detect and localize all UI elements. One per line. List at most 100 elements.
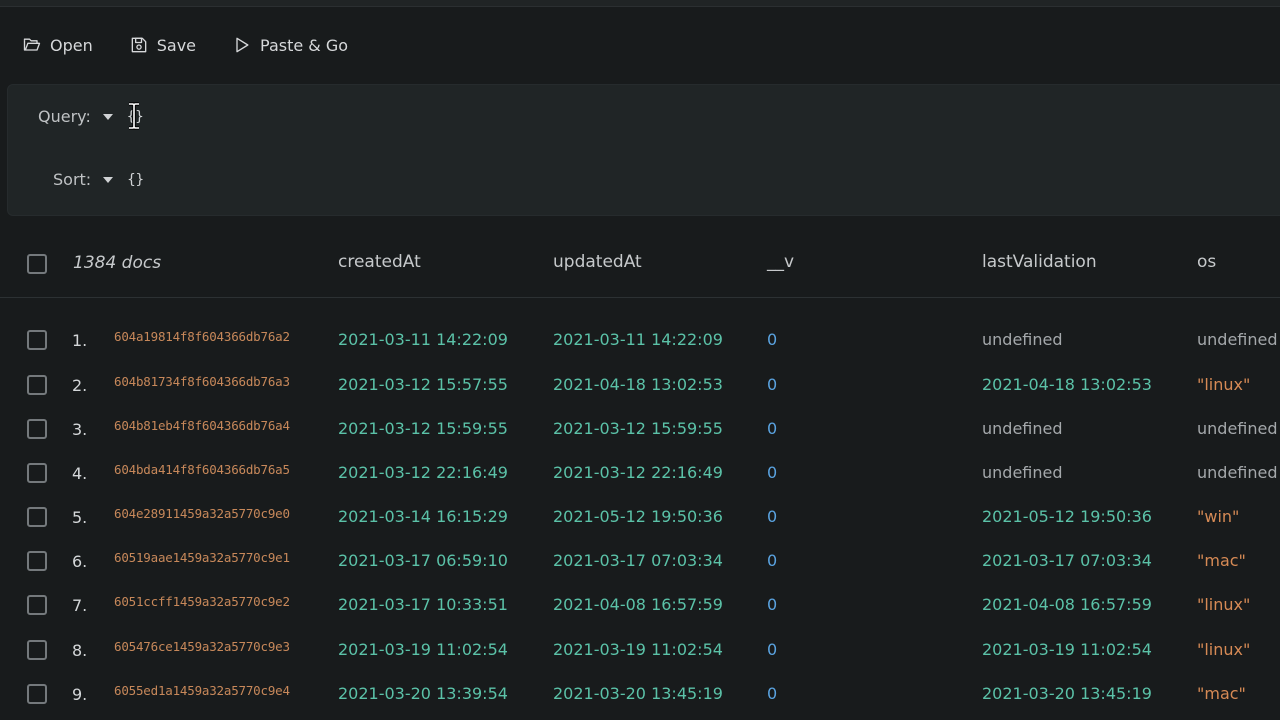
query-dropdown[interactable]: Query: bbox=[38, 107, 113, 126]
column-header-os[interactable]: os bbox=[1197, 252, 1216, 272]
version-cell[interactable]: 0 bbox=[767, 684, 777, 703]
play-icon bbox=[236, 37, 249, 53]
last-validation-cell[interactable]: 2021-04-18 13:02:53 bbox=[982, 375, 1152, 394]
version-cell[interactable]: 0 bbox=[767, 463, 777, 482]
query-label: Query: bbox=[38, 107, 91, 126]
query-panel: Query: {} Sort: {} bbox=[7, 84, 1280, 216]
last-validation-cell[interactable]: 2021-03-17 07:03:34 bbox=[982, 551, 1152, 570]
row-checkbox[interactable] bbox=[27, 463, 47, 483]
table-row[interactable]: 3. 604b81eb4f8f604366db76a4 2021-03-12 1… bbox=[0, 410, 1280, 450]
save-button[interactable]: Save bbox=[129, 35, 196, 55]
object-id[interactable]: 604a19814f8f604366db76a2 bbox=[114, 329, 290, 344]
os-cell[interactable]: "win" bbox=[1197, 507, 1239, 526]
created-at-cell[interactable]: 2021-03-17 10:33:51 bbox=[338, 595, 508, 614]
column-header-lastValidation[interactable]: lastValidation bbox=[982, 252, 1097, 272]
os-cell[interactable]: undefined bbox=[1197, 463, 1278, 482]
created-at-cell[interactable]: 2021-03-17 06:59:10 bbox=[338, 551, 508, 570]
last-validation-cell[interactable]: undefined bbox=[982, 330, 1063, 349]
object-id[interactable]: 6055ed1a1459a32a5770c9e4 bbox=[114, 683, 290, 698]
last-validation-cell[interactable]: undefined bbox=[982, 419, 1063, 438]
row-checkbox[interactable] bbox=[27, 330, 47, 350]
updated-at-cell[interactable]: 2021-03-19 11:02:54 bbox=[553, 640, 723, 659]
row-number: 3. bbox=[72, 420, 88, 439]
updated-at-cell[interactable]: 2021-04-18 13:02:53 bbox=[553, 375, 723, 394]
os-cell[interactable]: "mac" bbox=[1197, 684, 1246, 703]
created-at-cell[interactable]: 2021-03-12 22:16:49 bbox=[338, 463, 508, 482]
row-checkbox[interactable] bbox=[27, 507, 47, 527]
updated-at-cell[interactable]: 2021-03-12 15:59:55 bbox=[553, 419, 723, 438]
row-checkbox[interactable] bbox=[27, 640, 47, 660]
row-number: 7. bbox=[72, 596, 88, 615]
sort-dropdown[interactable]: Sort: bbox=[53, 170, 114, 189]
row-number: 2. bbox=[72, 376, 88, 395]
updated-at-cell[interactable]: 2021-04-08 16:57:59 bbox=[553, 595, 723, 614]
row-checkbox[interactable] bbox=[27, 375, 47, 395]
os-cell[interactable]: "mac" bbox=[1197, 551, 1246, 570]
row-checkbox[interactable] bbox=[27, 551, 47, 571]
updated-at-cell[interactable]: 2021-05-12 19:50:36 bbox=[553, 507, 723, 526]
last-validation-cell[interactable]: 2021-03-19 11:02:54 bbox=[982, 640, 1152, 659]
object-id[interactable]: 60519aae1459a32a5770c9e1 bbox=[114, 550, 290, 565]
updated-at-cell[interactable]: 2021-03-12 22:16:49 bbox=[553, 463, 723, 482]
version-cell[interactable]: 0 bbox=[767, 507, 777, 526]
version-cell[interactable]: 0 bbox=[767, 595, 777, 614]
open-button[interactable]: Open bbox=[22, 35, 93, 55]
created-at-cell[interactable]: 2021-03-14 16:15:29 bbox=[338, 507, 508, 526]
row-number: 4. bbox=[72, 464, 88, 483]
last-validation-cell[interactable]: 2021-03-20 13:45:19 bbox=[982, 684, 1152, 703]
table-row[interactable]: 5. 604e28911459a32a5770c9e0 2021-03-14 1… bbox=[0, 498, 1280, 538]
updated-at-cell[interactable]: 2021-03-11 14:22:09 bbox=[553, 330, 723, 349]
os-cell[interactable]: "linux" bbox=[1197, 640, 1250, 659]
row-number: 5. bbox=[72, 508, 88, 527]
created-at-cell[interactable]: 2021-03-12 15:57:55 bbox=[338, 375, 508, 394]
version-cell[interactable]: 0 bbox=[767, 551, 777, 570]
table-row[interactable]: 7. 6051ccff1459a32a5770c9e2 2021-03-17 1… bbox=[0, 586, 1280, 626]
os-cell[interactable]: "linux" bbox=[1197, 375, 1250, 394]
last-validation-cell[interactable]: undefined bbox=[982, 463, 1063, 482]
table-row[interactable]: 2. 604b81734f8f604366db76a3 2021-03-12 1… bbox=[0, 366, 1280, 406]
object-id[interactable]: 6051ccff1459a32a5770c9e2 bbox=[114, 594, 290, 609]
column-header-createdAt[interactable]: createdAt bbox=[338, 252, 421, 272]
created-at-cell[interactable]: 2021-03-11 14:22:09 bbox=[338, 330, 508, 349]
column-header-updatedAt[interactable]: updatedAt bbox=[553, 252, 642, 272]
save-label: Save bbox=[156, 35, 197, 55]
os-cell[interactable]: undefined bbox=[1197, 330, 1278, 349]
created-at-cell[interactable]: 2021-03-20 13:39:54 bbox=[338, 684, 508, 703]
header-divider bbox=[0, 297, 1280, 298]
version-cell[interactable]: 0 bbox=[767, 419, 777, 438]
row-checkbox[interactable] bbox=[27, 684, 47, 704]
created-at-cell[interactable]: 2021-03-12 15:59:55 bbox=[338, 419, 508, 438]
version-cell[interactable]: 0 bbox=[767, 640, 777, 659]
paste-and-go-label: Paste & Go bbox=[260, 35, 349, 55]
version-cell[interactable]: 0 bbox=[767, 375, 777, 394]
table-row[interactable]: 1. 604a19814f8f604366db76a2 2021-03-11 1… bbox=[0, 321, 1280, 361]
document-count: 1384 docs bbox=[73, 253, 162, 273]
os-cell[interactable]: "linux" bbox=[1197, 595, 1250, 614]
updated-at-cell[interactable]: 2021-03-20 13:45:19 bbox=[553, 684, 723, 703]
last-validation-cell[interactable]: 2021-04-08 16:57:59 bbox=[982, 595, 1152, 614]
row-checkbox[interactable] bbox=[27, 595, 47, 615]
object-id[interactable]: 604b81eb4f8f604366db76a4 bbox=[114, 418, 290, 433]
folder-open-icon bbox=[23, 38, 41, 51]
sort-input[interactable]: {} bbox=[127, 172, 144, 188]
version-cell[interactable]: 0 bbox=[767, 330, 777, 349]
object-id[interactable]: 604e28911459a32a5770c9e0 bbox=[114, 506, 290, 521]
object-id[interactable]: 604b81734f8f604366db76a3 bbox=[114, 374, 290, 389]
row-checkbox[interactable] bbox=[27, 419, 47, 439]
object-id[interactable]: 604bda414f8f604366db76a5 bbox=[114, 462, 290, 477]
updated-at-cell[interactable]: 2021-03-17 07:03:34 bbox=[553, 551, 723, 570]
select-all-checkbox[interactable] bbox=[27, 254, 47, 274]
table-row[interactable]: 6. 60519aae1459a32a5770c9e1 2021-03-17 0… bbox=[0, 542, 1280, 582]
paste-and-go-button[interactable]: Paste & Go bbox=[232, 35, 348, 55]
table-row[interactable]: 8. 605476ce1459a32a5770c9e3 2021-03-19 1… bbox=[0, 631, 1280, 671]
object-id[interactable]: 605476ce1459a32a5770c9e3 bbox=[114, 639, 290, 654]
row-number: 8. bbox=[72, 641, 88, 660]
table-row[interactable]: 9. 6055ed1a1459a32a5770c9e4 2021-03-20 1… bbox=[0, 675, 1280, 715]
table-row[interactable]: 4. 604bda414f8f604366db76a5 2021-03-12 2… bbox=[0, 454, 1280, 494]
caret-down-icon bbox=[103, 176, 114, 183]
last-validation-cell[interactable]: 2021-05-12 19:50:36 bbox=[982, 507, 1152, 526]
column-header-v[interactable]: __v bbox=[767, 252, 794, 272]
row-number: 1. bbox=[72, 331, 88, 350]
os-cell[interactable]: undefined bbox=[1197, 419, 1278, 438]
created-at-cell[interactable]: 2021-03-19 11:02:54 bbox=[338, 640, 508, 659]
